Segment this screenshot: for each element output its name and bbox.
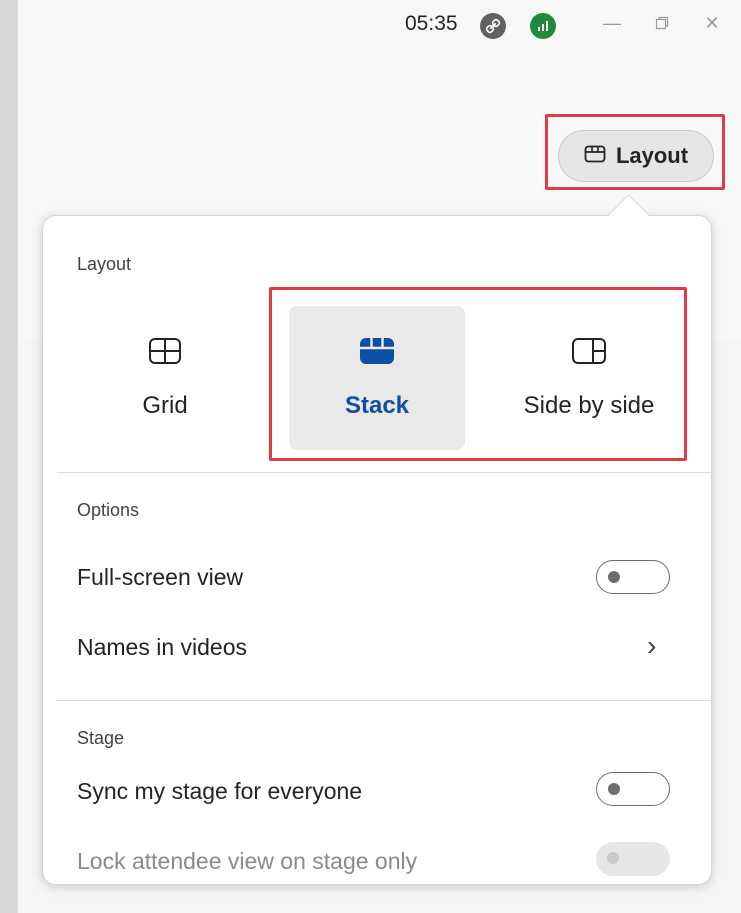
divider bbox=[57, 472, 713, 473]
sync-stage-toggle[interactable] bbox=[596, 772, 670, 806]
layout-option-grid[interactable]: Grid bbox=[77, 306, 253, 450]
stage-section-title: Stage bbox=[77, 728, 125, 748]
divider bbox=[57, 700, 713, 701]
toggle-knob bbox=[608, 783, 620, 795]
link-icon[interactable] bbox=[480, 13, 506, 39]
highlight-box-layout-button bbox=[545, 114, 725, 190]
full-screen-toggle[interactable] bbox=[596, 560, 670, 594]
names-in-videos-label[interactable]: Names in videos bbox=[77, 634, 247, 661]
options-section-title: Options bbox=[77, 500, 140, 520]
layout-option-label: Grid bbox=[142, 391, 188, 419]
full-screen-label: Full-screen view bbox=[77, 564, 244, 590]
toggle-knob bbox=[608, 571, 620, 583]
restore-icon[interactable] bbox=[647, 8, 677, 38]
toggle-knob bbox=[607, 852, 619, 864]
signal-icon[interactable] bbox=[530, 13, 556, 39]
chevron-right-icon[interactable]: › bbox=[647, 630, 656, 662]
lock-attendee-view-label: Lock attendee view on stage only bbox=[77, 848, 418, 874]
layout-section-title: Layout bbox=[77, 254, 132, 274]
clock-time: 05:35 bbox=[405, 12, 458, 35]
highlight-box-layout-options bbox=[269, 287, 687, 461]
lock-attendee-view-toggle[interactable] bbox=[596, 842, 670, 876]
minimize-icon[interactable]: — bbox=[597, 8, 627, 38]
sync-stage-label: Sync my stage for everyone bbox=[77, 778, 363, 804]
grid-icon bbox=[148, 337, 182, 372]
close-icon[interactable]: ✕ bbox=[697, 8, 727, 38]
